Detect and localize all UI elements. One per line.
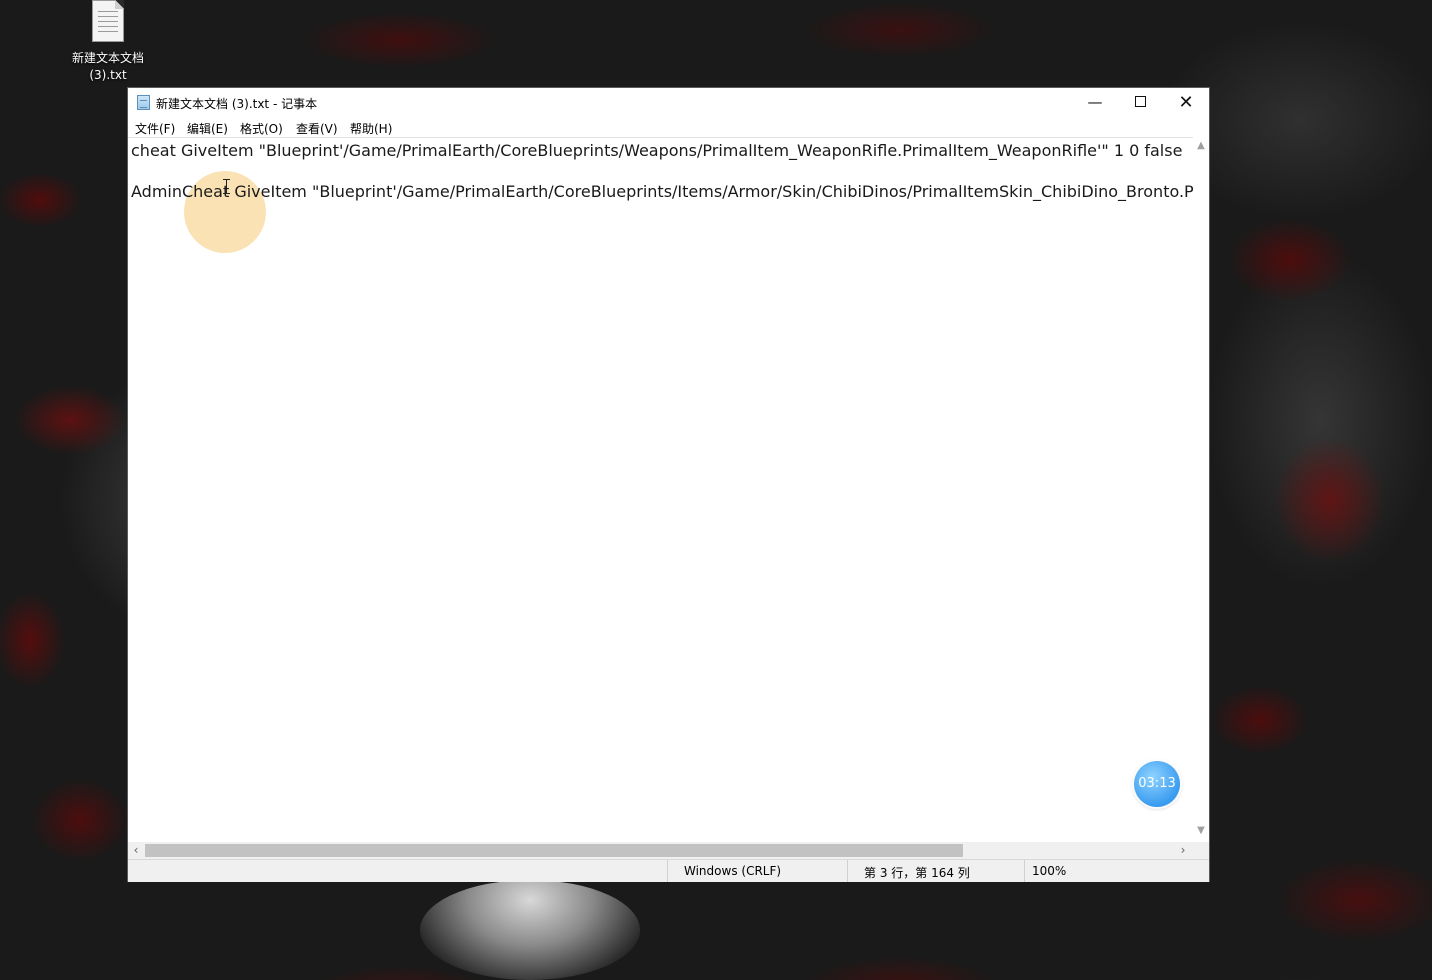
notepad-window: 新建文本文档 (3).txt - 记事本 — ✕ 文件(F) 编辑(E) 格式(… [128, 88, 1209, 882]
minimize-button[interactable]: — [1072, 88, 1118, 117]
close-button[interactable]: ✕ [1163, 88, 1209, 117]
desktop-file-label-line1: 新建文本文档 [71, 51, 144, 65]
editor-line-3[interactable]: AdminCheat GiveItem "Blueprint'/Game/Pri… [131, 182, 1193, 201]
desktop-file-label-line2: (3).txt [89, 68, 127, 82]
status-line-ending: Windows (CRLF) [684, 864, 782, 878]
recording-timer-badge: 03:13 [1134, 761, 1180, 807]
window-title: 新建文本文档 (3).txt - 记事本 [156, 97, 318, 111]
scrollbar-corner [1193, 842, 1209, 859]
minimize-icon: — [1087, 93, 1103, 111]
scroll-right-icon[interactable]: › [1175, 842, 1191, 859]
scroll-up-icon[interactable]: ▲ [1193, 140, 1209, 151]
scroll-left-icon[interactable]: ‹ [128, 842, 144, 859]
status-divider [1024, 860, 1025, 882]
vertical-scrollbar[interactable]: ▲ ▼ [1193, 137, 1209, 842]
maximize-button[interactable] [1117, 88, 1163, 117]
menu-edit[interactable]: 编辑(E) [187, 120, 228, 137]
menu-view[interactable]: 查看(V) [296, 120, 338, 137]
status-zoom: 100% [1032, 864, 1067, 878]
text-editor[interactable]: cheat GiveItem "Blueprint'/Game/PrimalEa… [128, 137, 1193, 843]
desktop-file-icon[interactable]: 新建文本文档 (3).txt [62, 0, 154, 84]
maximize-icon [1134, 95, 1146, 107]
notepad-icon [137, 95, 150, 110]
horizontal-scrollbar[interactable]: ‹ › [128, 842, 1193, 859]
menu-format[interactable]: 格式(O) [240, 120, 283, 137]
menu-help[interactable]: 帮助(H) [350, 120, 392, 137]
editor-line-1[interactable]: cheat GiveItem "Blueprint'/Game/PrimalEa… [131, 141, 1182, 160]
scroll-down-icon[interactable]: ▼ [1193, 825, 1209, 836]
title-bar[interactable]: 新建文本文档 (3).txt - 记事本 — ✕ [128, 88, 1209, 117]
status-bar: Windows (CRLF) 第 3 行，第 164 列 100% [128, 859, 1209, 882]
wallpaper-figure [420, 880, 640, 980]
text-cursor-icon [223, 179, 230, 194]
status-divider [847, 860, 848, 882]
menu-file[interactable]: 文件(F) [135, 120, 175, 137]
status-divider [667, 860, 668, 882]
status-cursor-position: 第 3 行，第 164 列 [864, 866, 970, 880]
horizontal-scroll-thumb[interactable] [145, 844, 963, 857]
close-icon: ✕ [1178, 92, 1194, 113]
menu-bar: 文件(F) 编辑(E) 格式(O) 查看(V) 帮助(H) [128, 117, 1209, 137]
text-file-icon [92, 0, 124, 42]
